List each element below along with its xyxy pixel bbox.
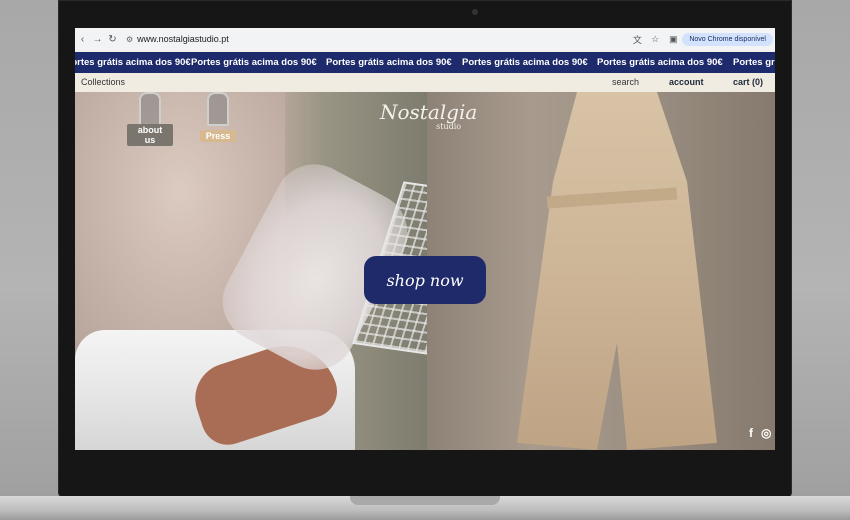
site-header: Collections search account cart (0) [75, 73, 775, 92]
hero-banner: about us Press Nostalgia studio shop now… [75, 92, 775, 450]
search-link[interactable]: search [612, 77, 639, 87]
webcam [472, 9, 478, 15]
marquee-item: Portes grátis acima dos 90€ [597, 57, 723, 68]
about-us-label: about us [127, 124, 173, 146]
brand-logo[interactable]: Nostalgia studio [380, 100, 477, 131]
nav-collections-link[interactable]: Collections [81, 77, 125, 87]
browser-toolbar: ‹ → ↻ ⚙ www.nostalgiastudio.pt 文 ☆ ▣ Nov… [75, 28, 775, 50]
translate-icon[interactable]: 文 [628, 33, 646, 46]
account-link[interactable]: account [669, 77, 704, 87]
back-icon[interactable]: ‹ [75, 34, 90, 45]
forward-icon[interactable]: → [90, 34, 105, 45]
marquee-item: Portes grátis acima dos 90€ [326, 57, 452, 68]
shop-now-button[interactable]: shop now [364, 256, 486, 304]
about-us-clip[interactable]: about us [127, 92, 173, 148]
marquee-item: Portes grátis acima dos 90€ [75, 57, 191, 68]
bookmark-star-icon[interactable]: ☆ [646, 34, 664, 45]
chrome-update-button[interactable]: Novo Chrome disponível [682, 32, 773, 46]
press-label: Press [199, 130, 237, 142]
cart-link[interactable]: cart (0) [733, 77, 763, 87]
site-info-icon[interactable]: ⚙ [126, 35, 133, 44]
extensions-icon[interactable]: ▣ [664, 34, 682, 45]
marquee-item: Portes grátis acima dos 90€ [462, 57, 588, 68]
binder-clip-icon [139, 92, 161, 126]
reload-icon[interactable]: ↻ [105, 34, 120, 45]
laptop-screen: ‹ → ↻ ⚙ www.nostalgiastudio.pt 文 ☆ ▣ Nov… [75, 28, 775, 450]
brand-logo-main: Nostalgia [380, 100, 478, 124]
laptop-notch [350, 496, 500, 505]
marquee-item: Portes grátis acima dos 90€ [191, 57, 317, 68]
instagram-icon[interactable]: ◎ [761, 426, 771, 440]
announcement-marquee: Portes grátis acima dos 90€ Portes gráti… [75, 52, 775, 73]
marquee-item: Portes grá [733, 57, 775, 68]
address-bar[interactable]: www.nostalgiastudio.pt [137, 34, 229, 44]
binder-clip-icon [207, 92, 229, 126]
facebook-icon[interactable]: f [749, 426, 753, 440]
press-clip[interactable]: Press [195, 92, 241, 144]
trench-coat-shape [517, 92, 717, 450]
